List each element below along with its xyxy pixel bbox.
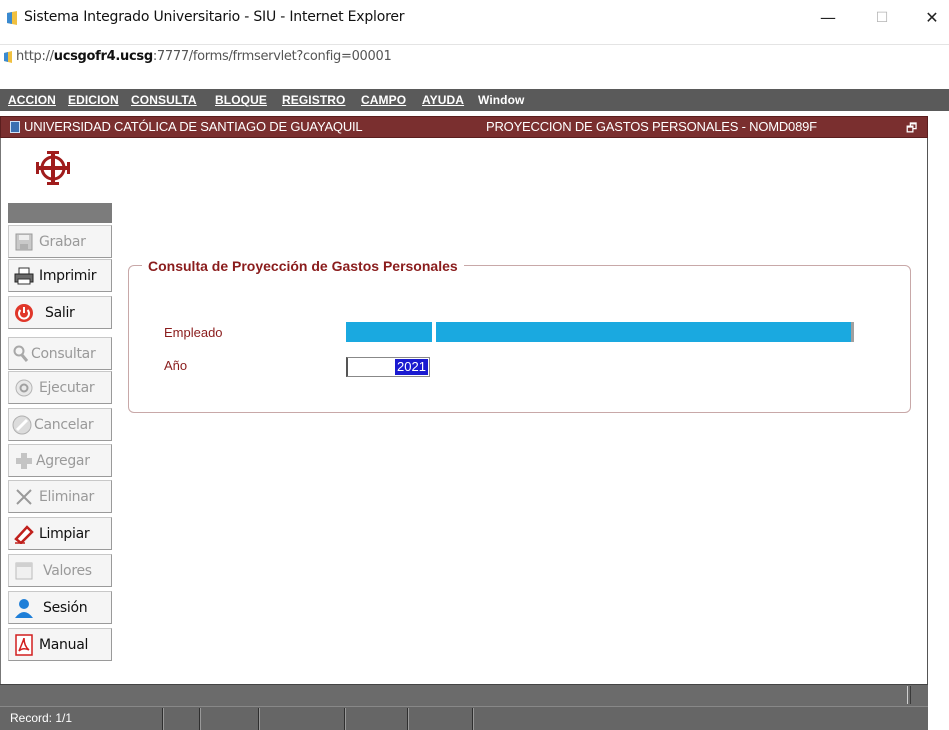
record-indicator: Record: 1/1 [10,711,73,725]
search-icon [13,343,29,365]
ie-icon [7,11,17,25]
form-name: PROYECCION DE GASTOS PERSONALES - NOMD08… [486,119,817,134]
imprimir-label: Imprimir [39,267,97,284]
eliminar-button[interactable]: Eliminar [8,480,112,513]
grabar-label: Grabar [39,233,86,250]
empleado-label: Empleado [164,325,223,340]
status-divider [407,708,409,730]
printer-icon [13,265,35,287]
cancelar-button[interactable]: Cancelar [8,408,112,441]
limpiar-label: Limpiar [39,525,90,542]
save-icon [13,231,35,253]
anio-label: Año [164,358,188,373]
sesion-button[interactable]: Sesión [8,591,112,624]
user-icon [13,597,35,619]
consulta-legend: Consulta de Proyección de Gastos Persona… [142,258,464,274]
restore-icon[interactable]: 🗗 [906,119,917,140]
empleado-name-field[interactable] [436,322,854,342]
university-name: UNIVERSIDAD CATÓLICA DE SANTIAGO DE GUAY… [24,119,363,134]
grabar-button[interactable]: Grabar [8,225,112,258]
ejecutar-button[interactable]: Ejecutar [8,371,112,404]
ejecutar-label: Ejecutar [39,379,95,396]
university-logo [36,151,70,185]
menu-bar: ACCION EDICION CONSULTA BLOQUE REGISTRO … [0,89,949,111]
salir-button[interactable]: Salir [8,296,112,329]
menu-bloque[interactable]: BLOQUE [215,93,267,107]
limpiar-button[interactable]: Limpiar [8,517,112,550]
values-icon [13,560,35,582]
cancelar-label: Cancelar [34,416,94,433]
status-divider [199,708,201,730]
close-button[interactable]: ✕ [912,4,949,32]
manual-label: Manual [39,636,89,653]
status-bar [0,706,928,730]
window-title: Sistema Integrado Universitario - SIU - … [24,9,405,25]
status-divider [472,708,474,730]
address-url[interactable]: http://ucsgofr4.ucsg:7777/forms/frmservl… [16,49,392,64]
menu-registro[interactable]: REGISTRO [282,93,345,107]
anio-value[interactable]: 2021 [395,359,428,375]
add-icon [13,450,35,472]
sidebar-header [8,203,112,223]
valores-button[interactable]: Valores [8,554,112,587]
salir-label: Salir [45,304,75,321]
delete-icon [13,486,35,508]
eraser-icon [13,523,35,545]
manual-button[interactable]: Manual [8,628,112,661]
cancel-icon [11,414,33,436]
agregar-label: Agregar [36,452,90,469]
menu-edicion[interactable]: EDICION [68,93,119,107]
imprimir-button[interactable]: Imprimir [8,259,112,292]
status-divider [162,708,164,730]
status-divider [344,708,346,730]
status-divider [258,708,260,730]
menu-campo[interactable]: CAMPO [361,93,406,107]
sesion-label: Sesión [43,599,88,616]
minimize-button[interactable]: — [808,4,848,32]
menu-ayuda[interactable]: AYUDA [422,93,464,107]
eliminar-label: Eliminar [39,488,94,505]
message-bar-divider [907,686,911,704]
maximize-button[interactable]: ☐ [862,4,902,32]
consultar-label: Consultar [31,345,96,362]
execute-icon [13,377,35,399]
menu-window[interactable]: Window [478,93,524,107]
menu-consulta[interactable]: CONSULTA [131,93,197,107]
valores-label: Valores [43,562,92,579]
message-bar [0,684,928,706]
page-icon [4,51,12,63]
empleado-code-field[interactable] [346,322,432,342]
power-icon [13,302,35,324]
form-app-icon [10,121,20,133]
pdf-icon [13,633,35,656]
menu-accion[interactable]: ACCION [8,93,56,107]
agregar-button[interactable]: Agregar [8,444,112,477]
consultar-button[interactable]: Consultar [8,337,112,370]
